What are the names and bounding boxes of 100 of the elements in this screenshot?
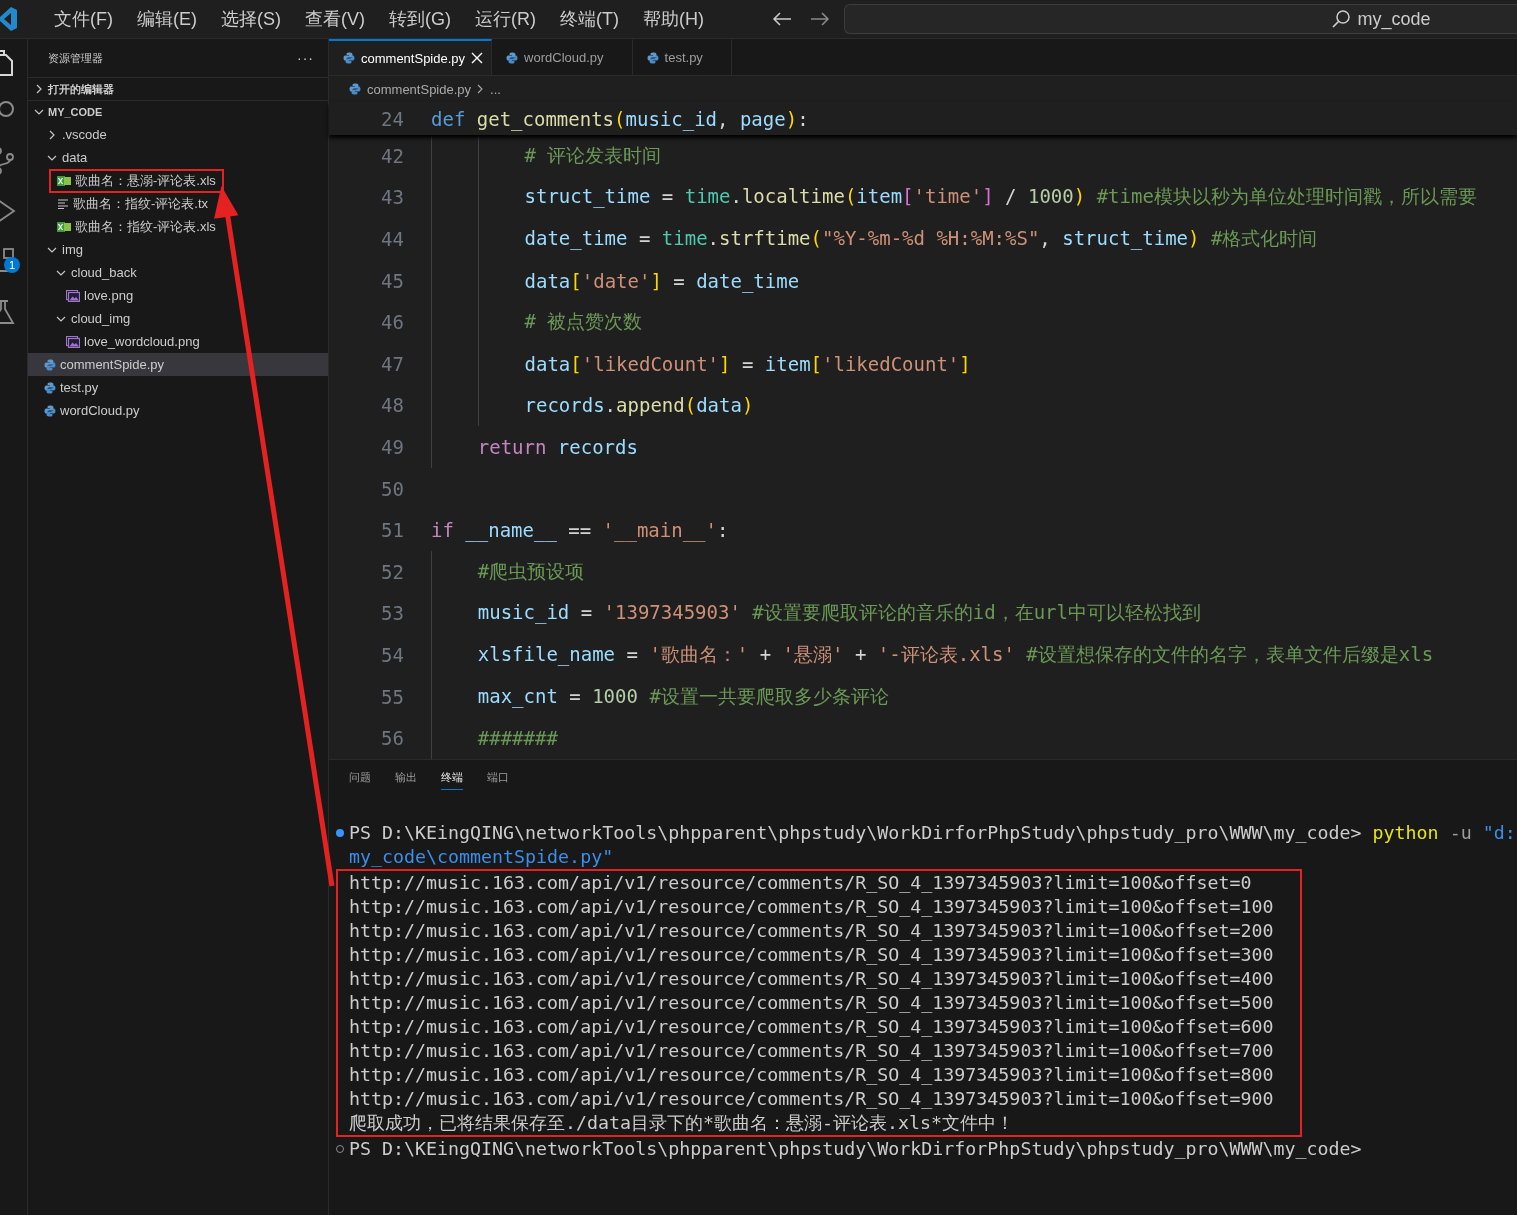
menu-item[interactable]: 编辑(E) <box>125 4 209 34</box>
image-icon <box>66 289 80 302</box>
line-number: 47 <box>380 352 404 375</box>
more-button[interactable]: ··· <box>297 50 314 66</box>
line-number: 53 <box>380 602 404 625</box>
line-number: 51 <box>380 519 404 542</box>
terminal-line: PS D:\KEingQING\networkTools\phpparent\phpstudy\WorkDirforPhpStudy\phpstudy_pro\WWW\my_code> python -u "d: <box>329 821 1517 845</box>
line-number: 42 <box>380 144 404 167</box>
menu-item[interactable]: 终端(T) <box>548 4 631 34</box>
close-icon[interactable] <box>471 52 484 64</box>
code-line: records.append(data) <box>524 394 754 417</box>
tree-item[interactable]: cloud_img <box>28 307 328 330</box>
code-line: music_id = '1397345903' #设置要爬取评论的音乐的id，在url中可以轻松找到 <box>477 600 1201 626</box>
terminal-line: http://music.163.com/api/v1/resource/comments/R_SO_4_1397345903?limit=100&offset=100 <box>348 895 1275 919</box>
tree-item[interactable]: love_wordcloud.png <box>28 330 328 353</box>
terminal-line: http://music.163.com/api/v1/resource/comments/R_SO_4_1397345903?limit=100&offset=300 <box>348 943 1275 967</box>
breadcrumb-item[interactable]: ... <box>490 81 501 97</box>
code-line: ####### <box>477 727 558 750</box>
terminal-line: http://music.163.com/api/v1/resource/comments/R_SO_4_1397345903?limit=100&offset=700 <box>348 1039 1275 1063</box>
tree-item[interactable]: 歌曲名：指纹-评论表.xls <box>28 215 328 238</box>
code-line: # 评论发表时间 <box>524 142 662 168</box>
terminal-line: PS D:\KEingQING\networkTools\phpparent\phpstudy\WorkDirforPhpStudy\phpstudy_pro\WWW\my_code> <box>329 1137 1517 1161</box>
code-line: date_time = time.strftime("%Y-%m-%d %H:%M:%S", struct_time) #格式化时间 <box>524 226 1318 252</box>
forward-icon[interactable] <box>809 11 830 27</box>
code-line: return records <box>477 435 638 458</box>
code-line: #爬虫预设项 <box>477 558 585 584</box>
terminal-line: http://music.163.com/api/v1/resource/comments/R_SO_4_1397345903?limit=100&offset=400 <box>348 967 1275 991</box>
tree-item[interactable]: love.png <box>28 284 328 307</box>
line-number: 54 <box>380 643 404 666</box>
terminal-line: http://music.163.com/api/v1/resource/comments/R_SO_4_1397345903?limit=100&offset=0 <box>348 871 1253 895</box>
chevron-icon <box>477 84 485 94</box>
back-icon[interactable] <box>771 11 792 27</box>
python-icon <box>646 51 659 64</box>
menu-item[interactable]: 查看(V) <box>293 4 377 34</box>
line-number: 55 <box>380 685 404 708</box>
python-icon <box>44 404 56 417</box>
chevron-icon[interactable] <box>47 129 57 140</box>
code-line: max_cnt = 1000 #设置一共要爬取多少条评论 <box>477 683 889 710</box>
line-number: 52 <box>380 560 404 583</box>
notification-badge: 1 <box>4 257 20 273</box>
text-file-icon <box>57 198 69 209</box>
image-icon <box>66 335 80 348</box>
section-header[interactable]: MY_CODE <box>28 100 328 123</box>
line-number: 45 <box>380 269 404 292</box>
line-number: 50 <box>380 477 404 500</box>
search-field[interactable]: my_code <box>843 4 1517 34</box>
python-icon <box>349 83 361 95</box>
tree-item[interactable]: wordCloud.py <box>28 399 328 422</box>
spreadsheet-icon <box>57 220 71 233</box>
terminal-line: http://music.163.com/api/v1/resource/comments/R_SO_4_1397345903?limit=100&offset=900 <box>348 1087 1275 1111</box>
python-icon <box>343 52 355 64</box>
line-number: 56 <box>380 727 404 750</box>
tree-item[interactable]: test.py <box>28 376 328 399</box>
tree-item[interactable]: 歌曲名：悬溺-评论表.xls <box>28 169 328 192</box>
panel-tab[interactable]: 问题 <box>349 766 371 790</box>
line-number: 44 <box>380 228 404 250</box>
menu-item[interactable]: 帮助(H) <box>630 4 716 34</box>
terminal-line: 爬取成功，已将结果保存至./data目录下的*歌曲名：悬溺-评论表.xls*文件中！ <box>348 1111 1016 1135</box>
line-number: 43 <box>380 186 404 209</box>
line-number: 46 <box>380 311 404 334</box>
line-number: 24 <box>380 107 404 130</box>
code-line: data['date'] = date_time <box>524 269 800 292</box>
code-line: if __name__ == '__main__': <box>431 519 729 542</box>
tree-item[interactable]: img <box>28 238 328 261</box>
menu-item[interactable]: 文件(F) <box>42 4 125 34</box>
line-number: 49 <box>380 435 404 458</box>
chevron-icon[interactable] <box>34 84 44 94</box>
chevron-icon[interactable] <box>34 107 44 117</box>
tree-item[interactable]: cloud_back <box>28 261 328 284</box>
tree-item[interactable]: commentSpide.py <box>28 353 328 376</box>
code-line: struct_time = time.localtime(item['time'] / 1000) #time模块以秒为单位处理时间戳，所以需要 <box>524 184 1477 210</box>
terminal-line: my_code\commentSpide.py" <box>348 845 615 869</box>
python-icon <box>44 381 56 394</box>
terminal-line: http://music.163.com/api/v1/resource/comments/R_SO_4_1397345903?limit=100&offset=800 <box>348 1063 1275 1087</box>
python-icon <box>44 358 56 371</box>
terminal-line: http://music.163.com/api/v1/resource/comments/R_SO_4_1397345903?limit=100&offset=200 <box>348 919 1275 943</box>
tree-item[interactable]: data <box>28 146 328 169</box>
code-line: data['likedCount'] = item['likedCount'] <box>524 352 971 375</box>
app-logo <box>0 6 18 32</box>
section-header[interactable]: 打开的编辑器 <box>28 77 328 100</box>
terminal-line: http://music.163.com/api/v1/resource/comments/R_SO_4_1397345903?limit=100&offset=500 <box>348 991 1275 1015</box>
tab[interactable]: commentSpide.py <box>329 39 493 75</box>
code-line: xlsfile_name = '歌曲名：' + '悬溺' + '-评论表.xls' #设置想保存的文件的名字，表单文件后缀是xls <box>477 641 1434 668</box>
panel-title: 资源管理器 <box>48 50 103 66</box>
panel-tab[interactable]: 输出 <box>395 766 417 790</box>
line-number: 48 <box>380 394 404 417</box>
breadcrumb-item[interactable]: commentSpide.py <box>367 81 472 97</box>
menu-item[interactable]: 运行(R) <box>463 4 548 34</box>
menu-item[interactable]: 选择(S) <box>209 4 293 34</box>
code-line: # 被点赞次数 <box>524 309 643 335</box>
tree-item[interactable]: .vscode <box>28 123 328 146</box>
tree-item[interactable]: 歌曲名：指纹-评论表.tx <box>28 192 328 215</box>
code-line: def get_comments(music_id, page): <box>431 107 809 130</box>
python-icon <box>506 51 519 64</box>
panel-tab[interactable]: 终端 <box>441 766 463 790</box>
search-icon <box>1331 9 1352 29</box>
spreadsheet-icon <box>57 174 71 187</box>
panel-tab[interactable]: 端口 <box>487 766 509 790</box>
menu-item[interactable]: 转到(G) <box>377 4 463 34</box>
terminal-line: http://music.163.com/api/v1/resource/comments/R_SO_4_1397345903?limit=100&offset=600 <box>348 1015 1275 1039</box>
